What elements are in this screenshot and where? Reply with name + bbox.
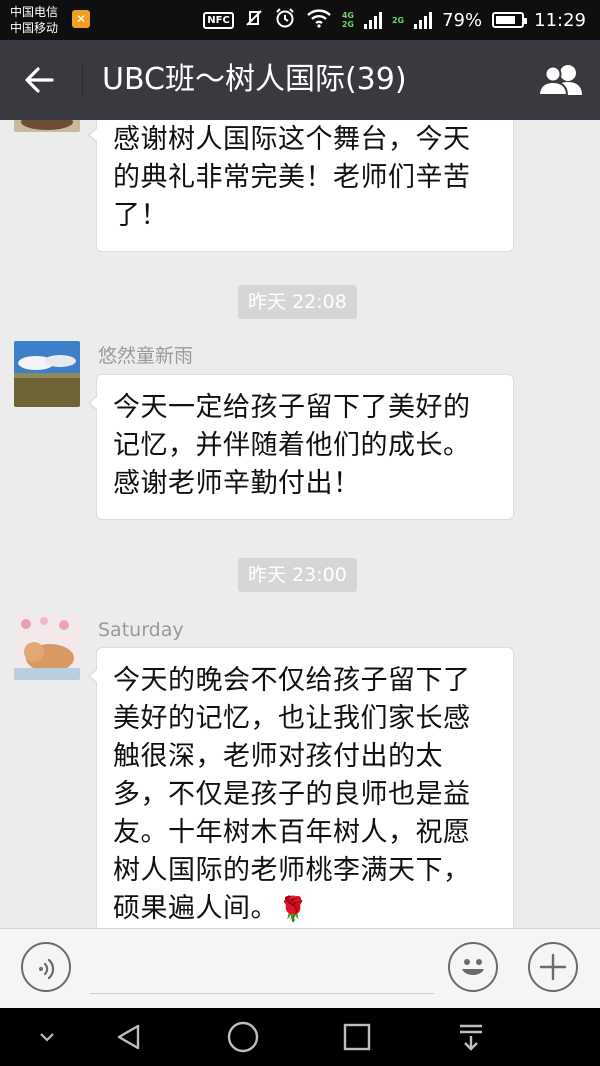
recents-square-icon — [343, 1023, 371, 1051]
wifi-icon — [306, 8, 332, 33]
collapse-icon — [40, 1033, 54, 1042]
message-text: 今天的晚会不仅给孩子留下了美好的记忆，也让我们家长感触很深，老师对孩付出的太多，… — [113, 665, 471, 924]
avatar[interactable] — [14, 341, 80, 407]
system-nav-bar — [0, 1008, 600, 1066]
message-bubble[interactable]: 感谢树人国际这个舞台，今天的典礼非常完美！老师们辛苦了！ — [88, 120, 514, 252]
voice-input-button[interactable] — [21, 942, 71, 992]
message-text: 今天一定给孩子留下了美好的记忆，并伴随着他们的成长。感谢老师辛勤付出！ — [113, 392, 471, 499]
status-bar: 中国电信 中国移动 ✕ NFC 4G 2G 2G 79% 11:29 — [0, 0, 600, 40]
nav-notification-button[interactable] — [448, 1018, 494, 1056]
chat-title: UBC班～树人国际(39) — [102, 62, 407, 97]
members-button[interactable] — [536, 58, 586, 102]
vibrate-mute-icon — [244, 8, 264, 33]
avatar[interactable] — [14, 614, 80, 680]
emoji-button[interactable] — [448, 942, 498, 992]
plus-icon — [539, 953, 567, 981]
nav-home-button[interactable] — [220, 1018, 266, 1056]
rose-emoji: 🌹 — [278, 895, 309, 923]
carrier-labels: 中国电信 中国移动 — [10, 4, 58, 36]
message-text: 感谢树人国际这个舞台，今天的典礼非常完美！老师们辛苦了！ — [113, 124, 471, 231]
voice-input-icon — [39, 958, 55, 980]
input-bar — [0, 928, 600, 1009]
back-arrow-icon — [25, 67, 54, 93]
timestamp: 昨天 22:08 — [238, 285, 357, 319]
nav-back-button[interactable] — [106, 1018, 152, 1056]
group-members-icon — [538, 65, 582, 96]
battery-icon — [492, 12, 528, 28]
signal-icon-2 — [414, 11, 433, 29]
back-triangle-icon — [117, 1024, 140, 1050]
title-bar: UBC班～树人国际(39) — [0, 40, 600, 120]
message-bubble[interactable]: 今天的晚会不仅给孩子留下了美好的记忆，也让我们家长感触很深，老师对孩付出的太多，… — [88, 647, 514, 928]
battery-percent: 79% — [442, 9, 483, 31]
avatar[interactable] — [14, 120, 80, 132]
more-button[interactable] — [528, 942, 578, 992]
chat-area[interactable]: 感谢树人国际这个舞台，今天的典礼非常完美！老师们辛苦了！ 昨天 22:08 悠然… — [0, 120, 600, 928]
nav-recents-button[interactable] — [334, 1018, 380, 1056]
collapse-button[interactable] — [24, 1018, 70, 1056]
notification-pull-icon — [460, 1024, 482, 1051]
timestamp: 昨天 23:00 — [238, 558, 357, 592]
carrier-1: 中国电信 — [10, 5, 59, 19]
network-type-a: 4G 2G — [341, 11, 354, 29]
home-circle-icon — [227, 1021, 259, 1053]
clock: 11:29 — [534, 9, 586, 31]
nfc-icon: NFC — [203, 11, 234, 29]
title-divider — [82, 62, 83, 98]
notification-app-icon: ✕ — [72, 10, 90, 28]
message-bubble[interactable]: 今天一定给孩子留下了美好的记忆，并伴随着他们的成长。感谢老师辛勤付出！ — [88, 374, 514, 520]
sender-name: 悠然童新雨 — [98, 345, 194, 367]
message-input[interactable] — [90, 949, 434, 994]
signal-icon-1 — [363, 11, 382, 29]
emoji-face-icon — [462, 959, 484, 975]
status-icons: NFC 4G 2G 2G 79% 11:29 — [203, 0, 586, 40]
network-type-b: 2G — [391, 15, 405, 25]
carrier-2: 中国移动 — [10, 21, 59, 35]
battery-fill — [496, 16, 516, 24]
back-button[interactable] — [14, 56, 64, 104]
sender-name: Saturday — [98, 619, 184, 641]
alarm-icon — [274, 7, 296, 34]
